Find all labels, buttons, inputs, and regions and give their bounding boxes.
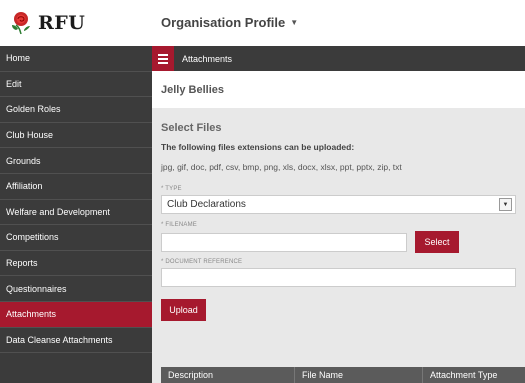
- column-header-file-name[interactable]: File Name: [295, 367, 423, 383]
- organisation-profile-dropdown[interactable]: Organisation Profile ▼: [161, 15, 298, 30]
- page-title: Organisation Profile: [161, 15, 286, 30]
- breadcrumb: Attachments: [152, 46, 525, 71]
- filename-input[interactable]: [161, 232, 407, 252]
- rfu-logo[interactable]: RFU: [9, 10, 85, 36]
- main-content: Attachments Jelly Bellies Select Files T…: [152, 46, 525, 383]
- select-files-section: Select Files The following files extensi…: [152, 108, 525, 321]
- sidebar-item-competitions[interactable]: Competitions: [0, 225, 152, 251]
- sidebar-item-label: Attachments: [6, 309, 57, 320]
- upload-button[interactable]: Upload: [161, 299, 206, 321]
- sidebar-item-affiliation[interactable]: Affiliation: [0, 174, 152, 200]
- sidebar-item-label: Welfare and Development: [6, 206, 110, 217]
- breadcrumb-label: Attachments: [182, 53, 233, 64]
- sidebar-item-questionnaires[interactable]: Questionnaires: [0, 276, 152, 302]
- sidebar-item-label: Edit: [6, 78, 22, 89]
- sidebar-item-club-house[interactable]: Club House: [0, 123, 152, 149]
- sidebar-item-label: Affiliation: [6, 181, 43, 192]
- type-select-value: Club Declarations: [167, 199, 246, 210]
- sidebar-item-label: Golden Roles: [6, 104, 61, 115]
- column-header-description[interactable]: Description: [161, 367, 295, 383]
- sidebar-item-label: Home: [6, 53, 31, 64]
- caret-down-icon: ▼: [290, 18, 299, 27]
- section-title: Select Files: [161, 122, 222, 134]
- sidebar-item-label: Data Cleanse Attachments: [6, 334, 113, 345]
- club-name: Jelly Bellies: [161, 83, 224, 96]
- menu-icon: [158, 57, 168, 60]
- attachments-table-header: Description File Name Attachment Type: [161, 367, 525, 383]
- sidebar-item-attachments[interactable]: Attachments: [0, 301, 158, 328]
- extensions-label: The following files extensions can be up…: [161, 142, 355, 152]
- type-select[interactable]: Club Declarations ▼: [161, 195, 516, 214]
- sidebar-item-data-cleanse[interactable]: Data Cleanse Attachments: [0, 328, 152, 354]
- sidebar-item-label: Grounds: [6, 155, 41, 166]
- select-button[interactable]: Select: [415, 231, 459, 253]
- filename-row: Select: [161, 231, 516, 253]
- extensions-list: jpg, gif, doc, pdf, csv, bmp, png, xls, …: [161, 162, 402, 172]
- sidebar: Home Edit Golden Roles Club House Ground…: [0, 46, 158, 383]
- sidebar-item-reports[interactable]: Reports: [0, 251, 152, 277]
- document-reference-input[interactable]: [161, 268, 516, 287]
- document-reference-label: * DOCUMENT REFERENCE: [161, 259, 243, 265]
- sidebar-item-golden-roles[interactable]: Golden Roles: [0, 97, 152, 123]
- top-header: RFU Organisation Profile ▼: [0, 0, 525, 46]
- chevron-down-icon[interactable]: ▼: [499, 198, 512, 211]
- sidebar-item-edit[interactable]: Edit: [0, 72, 152, 98]
- sidebar-item-label: Questionnaires: [6, 283, 67, 294]
- hamburger-menu-button[interactable]: [152, 46, 174, 71]
- column-header-attachment-type[interactable]: Attachment Type: [423, 367, 525, 383]
- rose-icon: [12, 12, 30, 35]
- sidebar-item-home[interactable]: Home: [0, 46, 152, 72]
- sidebar-item-label: Club House: [6, 130, 54, 141]
- club-card: Jelly Bellies: [152, 71, 525, 108]
- logo-text: RFU: [38, 12, 86, 34]
- sidebar-item-label: Competitions: [6, 232, 59, 243]
- sidebar-item-label: Reports: [6, 258, 38, 269]
- filename-label: * FILENAME: [161, 222, 198, 228]
- sidebar-item-grounds[interactable]: Grounds: [0, 148, 152, 174]
- sidebar-item-welfare[interactable]: Welfare and Development: [0, 200, 152, 226]
- type-label: * TYPE: [161, 186, 182, 192]
